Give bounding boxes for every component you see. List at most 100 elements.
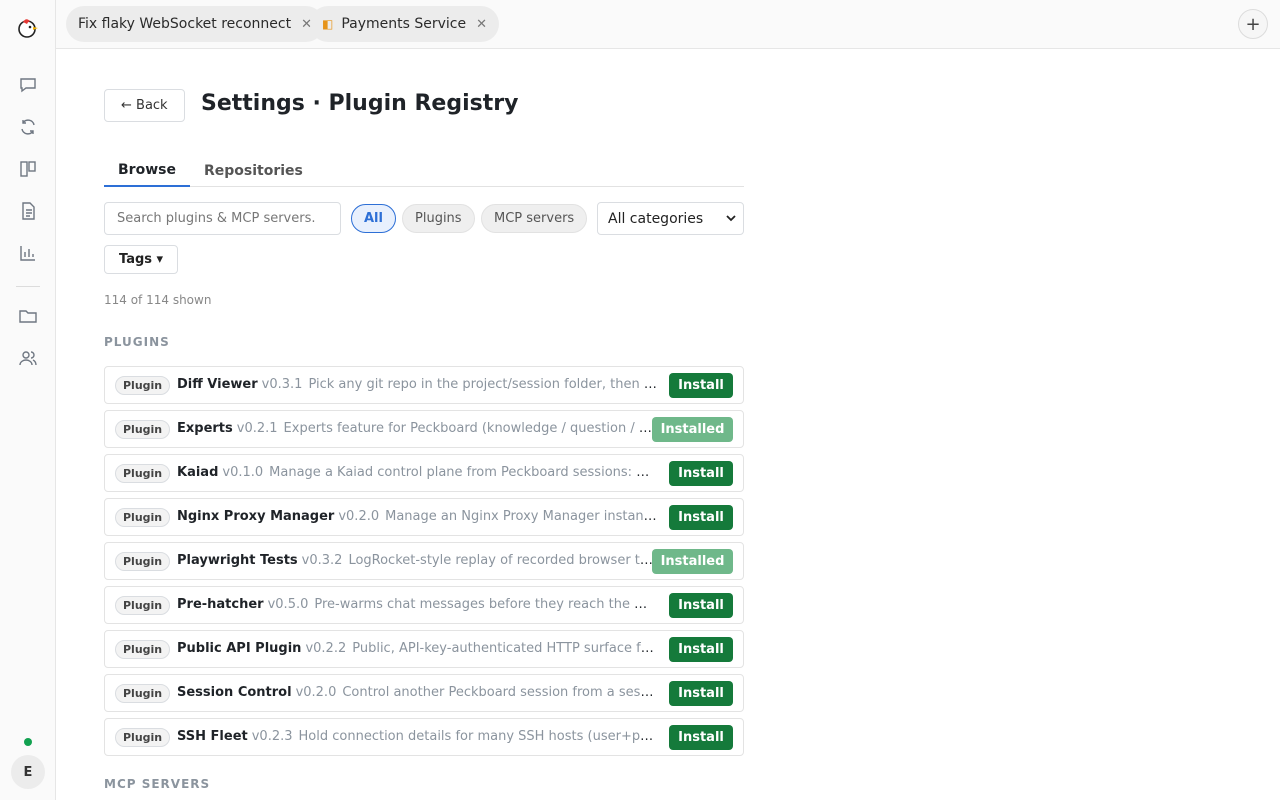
type-badge: Plugin: [115, 552, 171, 571]
plugin-name: Playwright Tests: [177, 553, 298, 568]
plus-icon: +: [1245, 13, 1261, 35]
plugin-version: v0.2.2: [305, 641, 347, 656]
plugin-description: Pick any git repo in the project/session…: [308, 377, 657, 392]
filter-pill-mcp-servers[interactable]: MCP servers: [481, 204, 588, 233]
plugin-name: Diff Viewer: [177, 377, 258, 392]
plugin-version: v0.3.2: [301, 553, 343, 568]
plugin-description: Hold connection details for many SSH hos…: [298, 729, 657, 744]
plugin-name: Experts: [177, 421, 233, 436]
plugin-name: Kaiad: [177, 465, 219, 480]
chevron-down-icon: [726, 215, 736, 222]
type-badge: Plugin: [115, 596, 171, 615]
list-item[interactable]: Plugin Playwright Tests v0.3.2 LogRocket-st…: [104, 542, 744, 580]
plugin-version: v0.2.3: [251, 729, 293, 744]
board-icon[interactable]: [18, 159, 38, 179]
list-item[interactable]: Plugin Diff Viewer v0.3.1 Pick any git repo…: [104, 366, 744, 404]
list-item[interactable]: Plugin Public API Plugin v0.2.2 Public, API…: [104, 630, 744, 668]
install-button[interactable]: Install: [669, 681, 733, 706]
plugin-description: Manage a Kaiad control plane from Peckbo…: [269, 465, 657, 480]
installed-button[interactable]: Installed: [652, 417, 733, 442]
project-icon: ◧: [322, 17, 334, 31]
install-button[interactable]: Install: [669, 637, 733, 662]
plugin-description: Public, API-key-authenticated HTTP surfa…: [352, 641, 657, 656]
list-item[interactable]: Plugin Session Control v0.2.0 Control anoth…: [104, 674, 744, 712]
plugin-description: Experts feature for Peckboard (knowledge…: [283, 421, 657, 436]
tags-filter-button[interactable]: Tags ▾: [104, 245, 179, 274]
session-tab-websocket[interactable]: Fix flaky WebSocket reconnect ✕: [66, 6, 325, 42]
chat-icon[interactable]: [18, 75, 38, 95]
users-icon[interactable]: [18, 348, 38, 368]
plugin-description: LogRocket-style replay of recorded brows…: [348, 553, 657, 568]
type-badge: Plugin: [115, 508, 171, 527]
list-item[interactable]: Plugin SSH Fleet v0.2.3 Hold connection det…: [104, 718, 744, 756]
plugin-description: Control another Peckboard session from a…: [342, 685, 657, 700]
app-logo-icon[interactable]: [16, 16, 40, 40]
plugin-version: v0.1.0: [222, 465, 264, 480]
install-button[interactable]: Install: [669, 373, 733, 398]
plugin-version: v0.2.0: [338, 509, 380, 524]
plugin-summary: Session Control v0.2.0 Control another Pec…: [177, 685, 657, 700]
list-item[interactable]: Plugin Pre-hatcher v0.5.0 Pre-warms chat me…: [104, 586, 744, 624]
category-select[interactable]: All categories: [597, 202, 744, 235]
install-button[interactable]: Install: [669, 461, 733, 486]
back-button[interactable]: ← Back: [104, 89, 185, 122]
left-rail: E: [0, 0, 56, 800]
chart-icon[interactable]: [18, 243, 38, 263]
plugin-summary: Public API Plugin v0.2.2 Public, API-key-a…: [177, 641, 657, 656]
plugin-name: Nginx Proxy Manager: [177, 509, 335, 524]
install-button[interactable]: Install: [669, 725, 733, 750]
results-count: 114 of 114 shown: [104, 293, 212, 307]
folder-icon[interactable]: [18, 306, 38, 326]
tab-label: Fix flaky WebSocket reconnect: [78, 16, 292, 32]
filter-pill-plugins[interactable]: Plugins: [402, 204, 475, 233]
plugin-summary: SSH Fleet v0.2.3 Hold connection details f…: [177, 729, 657, 744]
plugin-summary: Nginx Proxy Manager v0.2.0 Manage an Nginx…: [177, 509, 657, 524]
install-button[interactable]: Install: [669, 593, 733, 618]
plugin-summary: Kaiad v0.1.0 Manage a Kaiad control plane …: [177, 465, 657, 480]
plugin-summary: Playwright Tests v0.3.2 LogRocket-style re…: [177, 553, 657, 568]
plugin-summary: Diff Viewer v0.3.1 Pick any git repo in th…: [177, 377, 657, 392]
plugin-description: Pre-warms chat messages before they reac…: [314, 597, 657, 612]
plugin-summary: Experts v0.2.1 Experts feature for Peckboa…: [177, 421, 657, 436]
plugin-version: v0.3.1: [261, 377, 303, 392]
list-item[interactable]: Plugin Experts v0.2.1 Experts feature for P…: [104, 410, 744, 448]
plugin-description: Manage an Nginx Proxy Manager instance f…: [385, 509, 657, 524]
plugin-name: Session Control: [177, 685, 292, 700]
settings-tabs: Browse Repositories: [104, 154, 744, 187]
filter-pill-all[interactable]: All: [351, 204, 396, 233]
rail-divider: [16, 286, 40, 287]
plugin-version: v0.2.0: [295, 685, 337, 700]
type-badge: Plugin: [115, 420, 171, 439]
list-item[interactable]: Plugin Nginx Proxy Manager v0.2.0 Manage an…: [104, 498, 744, 536]
status-dot: [24, 738, 32, 746]
avatar[interactable]: E: [11, 755, 45, 789]
install-button[interactable]: Install: [669, 505, 733, 530]
plugin-list: Plugin Diff Viewer v0.3.1 Pick any git repo…: [104, 366, 744, 762]
type-badge: Plugin: [115, 376, 171, 395]
tab-label: Payments Service: [341, 16, 467, 32]
new-tab-button[interactable]: +: [1238, 9, 1268, 39]
plugin-name: Pre-hatcher: [177, 597, 264, 612]
section-heading-mcp-servers: MCP SERVERS: [104, 777, 211, 791]
type-badge: Plugin: [115, 684, 171, 703]
type-badge: Plugin: [115, 464, 171, 483]
top-tab-bar: Fix flaky WebSocket reconnect ✕ ◧ Paymen…: [56, 0, 1280, 49]
list-item[interactable]: Plugin Kaiad v0.1.0 Manage a Kaiad control …: [104, 454, 744, 492]
plugin-version: v0.2.1: [236, 421, 278, 436]
plugin-name: Public API Plugin: [177, 641, 302, 656]
refresh-icon[interactable]: [18, 117, 38, 137]
close-icon[interactable]: ✕: [476, 17, 487, 32]
section-heading-plugins: PLUGINS: [104, 335, 170, 349]
document-icon[interactable]: [18, 201, 38, 221]
tab-repositories[interactable]: Repositories: [190, 154, 317, 187]
page-title: Settings · Plugin Registry: [201, 91, 519, 116]
type-badge: Plugin: [115, 728, 171, 747]
installed-button[interactable]: Installed: [652, 549, 733, 574]
session-tab-payments[interactable]: ◧ Payments Service ✕: [310, 6, 500, 42]
category-select-value: All categories: [608, 210, 704, 227]
plugin-version: v0.5.0: [267, 597, 309, 612]
plugin-name: SSH Fleet: [177, 729, 248, 744]
plugin-summary: Pre-hatcher v0.5.0 Pre-warms chat messages…: [177, 597, 657, 612]
tab-browse[interactable]: Browse: [104, 154, 190, 187]
search-input[interactable]: [104, 202, 341, 235]
